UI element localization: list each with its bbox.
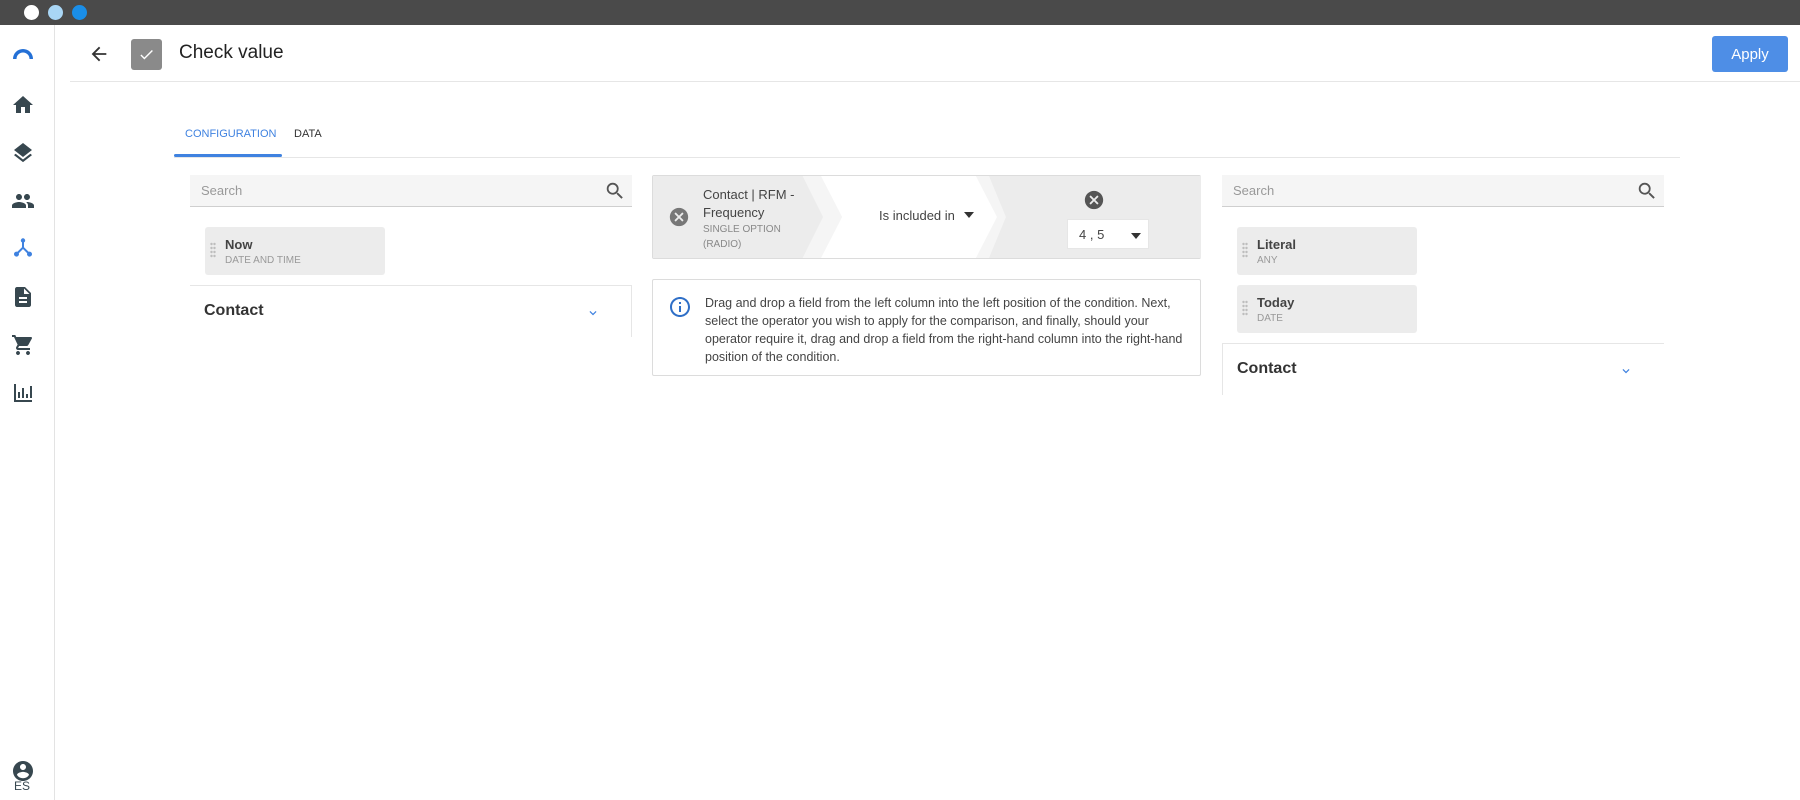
- field-chip-today[interactable]: Today DATE: [1237, 285, 1417, 333]
- check-value-node-icon: [131, 39, 162, 70]
- field-type: DATE AND TIME: [225, 255, 301, 266]
- sidebar-item-cart[interactable]: [9, 331, 37, 359]
- home-icon: [13, 96, 33, 113]
- right-group-contact[interactable]: Contact: [1222, 343, 1664, 395]
- bar-chart-icon: [14, 384, 32, 402]
- window-minimize-button[interactable]: [48, 5, 63, 20]
- condition-field-type: SINGLE OPTION (RADIO): [703, 224, 781, 250]
- left-group-contact[interactable]: Contact: [190, 285, 632, 337]
- check-icon: [140, 49, 153, 60]
- condition-left-operand[interactable]: Contact | RFM - Frequency SINGLE OPTION …: [653, 176, 823, 258]
- field-name: Now: [225, 237, 253, 252]
- group-label: Contact: [1237, 360, 1297, 377]
- field-type: ANY: [1257, 255, 1278, 266]
- operator-select[interactable]: Is included in: [821, 176, 997, 258]
- field-name: Literal: [1257, 237, 1297, 252]
- value-text: 4 , 5: [1079, 227, 1105, 242]
- right-search-input[interactable]: [1233, 175, 1613, 206]
- document-icon: [15, 287, 31, 307]
- sidebar-item-layers[interactable]: [9, 139, 37, 167]
- field-name: Today: [1257, 295, 1295, 310]
- group-label: Contact: [204, 302, 264, 319]
- window-titlebar: [0, 0, 1800, 25]
- search-icon[interactable]: [1636, 180, 1658, 202]
- logo-icon[interactable]: [9, 41, 37, 69]
- window-maximize-button[interactable]: [72, 5, 87, 20]
- drag-handle-icon[interactable]: [210, 242, 216, 258]
- drag-handle-icon[interactable]: [1242, 300, 1248, 316]
- field-chip-literal[interactable]: Literal ANY: [1237, 227, 1417, 275]
- back-button[interactable]: [84, 39, 114, 69]
- active-tab-indicator: [174, 154, 282, 157]
- info-box: Drag and drop a field from the left colu…: [652, 279, 1201, 376]
- field-chip-now[interactable]: Now DATE AND TIME: [205, 227, 385, 275]
- chevron-down-icon[interactable]: [586, 306, 600, 320]
- sidebar: ES: [0, 25, 55, 800]
- window-close-button[interactable]: [24, 5, 39, 20]
- condition-builder: Contact | RFM - Frequency SINGLE OPTION …: [652, 175, 1201, 259]
- caret-down-icon[interactable]: [1131, 233, 1141, 239]
- arrow-back-icon: [91, 46, 107, 62]
- page-title: Check value: [179, 42, 284, 63]
- sidebar-item-documents[interactable]: [9, 283, 37, 311]
- language-selector[interactable]: ES: [0, 779, 44, 793]
- people-icon: [12, 194, 34, 208]
- drag-handle-icon[interactable]: [1242, 242, 1248, 258]
- info-icon: [668, 295, 692, 319]
- condition-field-name: Contact | RFM - Frequency: [703, 187, 795, 220]
- layers-icon: [14, 143, 32, 163]
- left-search-input[interactable]: [201, 175, 581, 206]
- field-type: DATE: [1257, 313, 1283, 324]
- page-header: Check value Apply: [70, 25, 1800, 82]
- info-text: Drag and drop a field from the left colu…: [705, 296, 1183, 364]
- sidebar-item-home[interactable]: [9, 91, 37, 119]
- caret-down-icon[interactable]: [964, 212, 974, 218]
- tab-data[interactable]: DATA: [294, 128, 322, 140]
- operator-label: Is included in: [879, 208, 955, 223]
- right-search-box: [1222, 175, 1664, 207]
- sidebar-item-analytics[interactable]: [9, 379, 37, 407]
- left-search-box: [190, 175, 632, 207]
- chevron-down-icon[interactable]: [1619, 364, 1633, 378]
- remove-right-operand-icon[interactable]: [1083, 189, 1105, 211]
- tab-bar: CONFIGURATION DATA: [174, 118, 1680, 158]
- sidebar-item-people[interactable]: [9, 187, 37, 215]
- value-select[interactable]: 4 , 5: [1067, 219, 1149, 249]
- apply-button[interactable]: Apply: [1712, 36, 1788, 72]
- search-icon[interactable]: [604, 180, 626, 202]
- cart-icon: [12, 335, 33, 355]
- sidebar-item-flows[interactable]: [9, 235, 37, 263]
- flow-icon: [13, 238, 33, 257]
- tab-configuration[interactable]: CONFIGURATION: [185, 128, 276, 140]
- remove-left-operand-icon[interactable]: [668, 206, 690, 228]
